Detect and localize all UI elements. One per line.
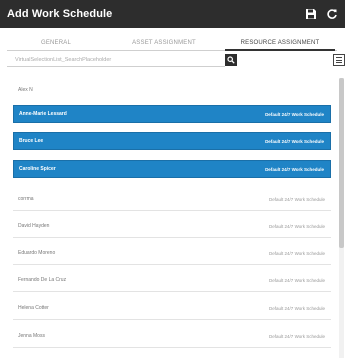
resource-row[interactable]: Eduardo Moreno Default 24/7 Work Schedule [13, 244, 331, 262]
resource-row[interactable]: Fernando De La Cruz Default 24/7 Work Sch… [13, 271, 331, 289]
resource-row[interactable]: David Hayden Default 24/7 Work Schedule [13, 217, 331, 235]
save-icon[interactable] [305, 8, 317, 20]
resource-row[interactable]: Alex N [13, 81, 331, 99]
tab-general[interactable]: GENERAL [16, 38, 96, 48]
resource-name: Jenna Moss [18, 333, 45, 339]
resource-row[interactable]: Bruce Lee Default 24/7 Work Schedule [13, 132, 331, 150]
resource-schedule: Default 24/7 Work Schedule [265, 138, 324, 144]
resource-row[interactable]: Helena Cotter Default 24/7 Work Schedule [13, 299, 331, 317]
row-divider [13, 347, 331, 348]
active-tab-indicator [225, 49, 335, 51]
tab-asset-assignment[interactable]: ASSET ASSIGNMENT [114, 38, 214, 48]
row-divider [13, 291, 331, 292]
resource-row[interactable]: Anne-Marie Lessard Default 24/7 Work Sche… [13, 105, 331, 123]
row-divider [13, 237, 331, 238]
resource-name: Anne-Marie Lessard [19, 111, 67, 117]
resource-name: David Hayden [18, 223, 50, 229]
resource-schedule: Default 24/7 Work Schedule [269, 277, 325, 283]
row-divider [13, 264, 331, 265]
resource-name: Alex N [18, 87, 33, 93]
resource-row[interactable]: corrma Default 24/7 Work Schedule [13, 190, 331, 208]
resource-name: Eduardo Moreno [18, 250, 56, 256]
resource-name: Fernando De La Cruz [18, 277, 67, 283]
resource-schedule: Default 24/7 Work Schedule [269, 333, 325, 339]
resource-row[interactable]: Jenna Moss Default 24/7 Work Schedule [13, 327, 331, 345]
scrollbar-thumb[interactable] [339, 78, 344, 248]
tab-resource-assignment[interactable]: RESOURCE ASSIGNMENT [228, 38, 332, 48]
resource-schedule: Default 24/7 Work Schedule [265, 111, 324, 117]
search-icon [227, 56, 235, 64]
resource-schedule: Default 24/7 Work Schedule [269, 196, 325, 202]
search-button[interactable] [225, 54, 237, 66]
resource-row[interactable]: Caroline Spicer Default 24/7 Work Schedul… [13, 160, 331, 178]
resource-list: Alex N Anne-Marie Lessard Default 24/7 Wor… [13, 78, 338, 358]
list-scrollbar[interactable] [339, 78, 344, 358]
resource-name: Caroline Spicer [19, 166, 56, 172]
resource-schedule: Default 24/7 Work Schedule [269, 250, 325, 256]
row-divider [13, 210, 331, 211]
resource-name: Bruce Lee [19, 138, 44, 144]
search-row [7, 54, 345, 68]
resource-schedule: Default 24/7 Work Schedule [269, 223, 325, 229]
window-titlebar: Add Work Schedule [0, 0, 345, 28]
resource-name: Helena Cotter [18, 305, 49, 311]
resource-name: corrma [18, 196, 34, 202]
refresh-icon[interactable] [326, 8, 338, 20]
window-title: Add Work Schedule [7, 8, 113, 20]
row-divider [13, 319, 331, 320]
resource-schedule: Default 24/7 Work Schedule [265, 166, 324, 172]
list-view-button[interactable] [333, 54, 345, 66]
resource-schedule: Default 24/7 Work Schedule [269, 305, 325, 311]
search-input[interactable] [7, 54, 225, 67]
